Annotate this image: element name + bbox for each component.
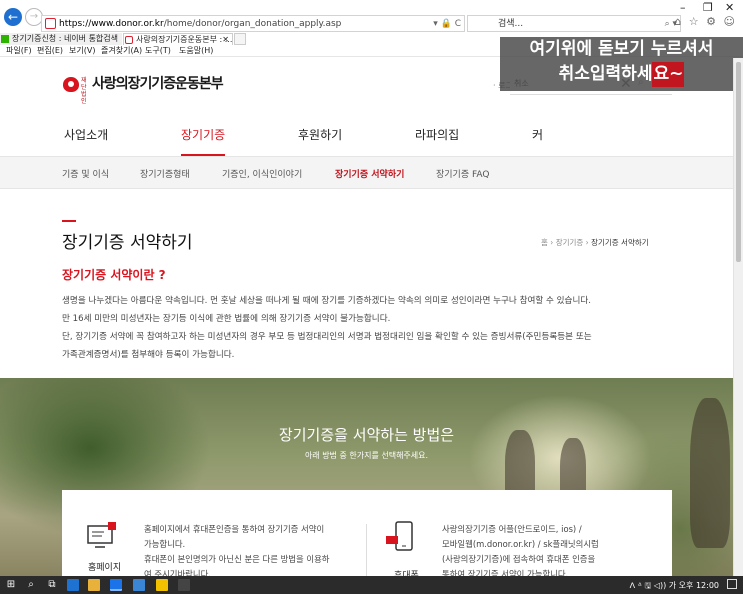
method-phone-text: 사랑의장기기증 어플(안드로이드, ios) / 모바일웹(m.donor.or… bbox=[442, 522, 599, 576]
donor-favicon-icon bbox=[125, 36, 133, 44]
monitor-icon bbox=[87, 522, 116, 548]
method-homepage-label: 홈페이지 bbox=[88, 563, 122, 573]
taskbar-app-icon[interactable] bbox=[133, 579, 145, 591]
subnav-donation-transplant[interactable]: 기증 및 이식 bbox=[62, 167, 109, 180]
scrollbar-thumb[interactable] bbox=[736, 62, 741, 262]
site-favicon-icon bbox=[45, 18, 56, 29]
method-line: 통하여 장기기증 서약이 가능합니다. bbox=[442, 569, 569, 576]
address-bar[interactable]: https://www.donor.or.kr/home/donor/organ… bbox=[41, 15, 465, 32]
tab-donor-site[interactable]: 사랑의장기기증운동본부 : ... ✕ bbox=[123, 33, 233, 45]
method-phone-label: 휴대폰 bbox=[394, 571, 419, 576]
nav-community[interactable]: 커 bbox=[532, 126, 543, 143]
taskbar-app-icon[interactable] bbox=[156, 579, 168, 591]
section-title: 장기기증 서약이란 ? bbox=[62, 268, 166, 282]
title-accent-bar bbox=[62, 220, 76, 222]
page-title: 장기기증 서약하기 bbox=[62, 233, 193, 253]
back-button[interactable]: ← bbox=[4, 8, 22, 26]
nav-support[interactable]: 후원하기 bbox=[298, 126, 342, 143]
file-explorer-icon[interactable] bbox=[88, 579, 100, 591]
menu-view[interactable]: 보기(V) bbox=[69, 45, 95, 57]
paragraph-line: 만 16세 미만의 미성년자는 장기등 이식에 관한 법률에 의해 장기기증 서… bbox=[62, 314, 391, 324]
close-window-button[interactable]: ✕ bbox=[725, 1, 734, 14]
pledge-methods-card: 홈페이지 홈페이지에서 휴대폰인증을 통하여 장기기증 서약이 가능합니다. 휴… bbox=[62, 490, 672, 576]
paragraph-line: 단, 장기기증 서약에 꼭 참여하고자 하는 미성년자의 경우 부모 등 법정대… bbox=[62, 332, 592, 342]
minimize-button[interactable]: – bbox=[680, 1, 686, 14]
browser-search-input[interactable]: 검색... ⌕ ▾ bbox=[467, 15, 681, 32]
annotation-line-2: 취소입력하세요~ bbox=[500, 62, 743, 87]
method-line: 휴대폰이 본인명의가 아닌신 분은 다른 방법을 이용하 bbox=[144, 554, 330, 564]
main-navigation: 사업소개 장기기증 후원하기 라파의집 커 bbox=[0, 113, 733, 156]
method-line: (사랑의장기기증)에 접속하여 휴대폰 인증을 bbox=[442, 554, 596, 564]
hero-subtitle: 아래 방법 중 한가지를 선택해주세요. bbox=[304, 451, 429, 460]
url-host: https://www.donor.or.kr bbox=[59, 19, 164, 29]
web-page: 재단 법인 사랑의장기기증운동본부 · 로그 취소 ✕ ⌕ ✕ 사업소개 장기기… bbox=[0, 58, 733, 576]
sub-navigation: 기증 및 이식 장기기증형태 기증인, 이식인이야기 장기기증 서약하기 장기기… bbox=[0, 156, 733, 189]
breadcrumb: 홈 › 장기기증 › 장기기증 서약하기 bbox=[541, 238, 649, 247]
tab-label: 사랑의장기기증운동본부 : ... bbox=[136, 35, 233, 44]
browser-search-placeholder: 검색... bbox=[498, 19, 524, 29]
system-tray[interactable]: ᐱ ᐞ 🖫 ◁)) 가 오후 12:00 bbox=[630, 580, 719, 594]
menu-tools[interactable]: 도구(T) bbox=[145, 45, 171, 57]
taskbar-search-icon[interactable]: ⌕ bbox=[25, 579, 37, 591]
breadcrumb-current: 장기기증 서약하기 bbox=[591, 238, 649, 247]
method-line: 사랑의장기기증 어플(안드로이드, ios) / bbox=[442, 524, 582, 534]
breadcrumb-section[interactable]: 장기기증 bbox=[556, 238, 584, 247]
annotation-highlight: 요~ bbox=[652, 62, 685, 87]
method-line: 가능합니다. bbox=[144, 539, 186, 549]
card-divider bbox=[366, 524, 367, 576]
paragraph-line: 가족관계증명서)를 첨부해야 등록이 가능합니다. bbox=[62, 350, 235, 360]
browser-toolbar: ← → https://www.donor.or.kr/home/donor/o… bbox=[0, 0, 743, 32]
annotation-overlay: 여기위에 돋보기 누르셔서 취소입력하세요~ bbox=[500, 37, 743, 91]
method-line: 홈페이지에서 휴대폰인증을 통하여 장기기증 서약이 bbox=[144, 524, 325, 534]
hero-person-figure bbox=[690, 398, 730, 548]
paragraph-line: 생명을 나누겠다는 아름다운 약속입니다. 먼 훗날 세상을 떠나게 될 때에 … bbox=[62, 296, 592, 306]
vertical-scrollbar[interactable] bbox=[733, 58, 743, 576]
subnav-faq[interactable]: 장기기증 FAQ bbox=[436, 167, 489, 180]
subnav-stories[interactable]: 기증인, 이식인이야기 bbox=[222, 167, 302, 180]
menu-file[interactable]: 파일(F) bbox=[6, 45, 32, 57]
notification-icon[interactable] bbox=[727, 579, 737, 589]
logo-name: 사랑의장기기증운동본부 bbox=[92, 76, 224, 92]
logo-foundation-mark: 재단 법인 bbox=[81, 77, 87, 105]
subnav-donation-types[interactable]: 장기기증형태 bbox=[140, 167, 190, 180]
breadcrumb-home[interactable]: 홈 bbox=[541, 238, 548, 247]
task-view-icon[interactable]: ⧉ bbox=[46, 579, 58, 591]
annotation-text: 취소입력하세 bbox=[558, 64, 653, 84]
annotation-line-1: 여기위에 돋보기 누르셔서 bbox=[529, 39, 714, 59]
url-path: /home/donor/organ_donation_apply.asp bbox=[163, 19, 342, 29]
nav-organ-donation[interactable]: 장기기증 bbox=[181, 126, 226, 156]
internet-explorer-icon[interactable] bbox=[110, 579, 122, 591]
nav-about[interactable]: 사업소개 bbox=[64, 126, 108, 143]
tab-naver-search[interactable]: 장기기증신청 : 네이버 통합검색 bbox=[0, 33, 122, 45]
heart-logo-icon bbox=[63, 77, 79, 92]
tab-label: 장기기증신청 : 네이버 통합검색 bbox=[12, 34, 119, 43]
naver-favicon-icon bbox=[1, 35, 9, 43]
windows-start-icon[interactable]: ⊞ bbox=[5, 579, 17, 591]
subnav-pledge[interactable]: 장기기증 서약하기 bbox=[335, 167, 404, 180]
windows-taskbar: ⊞ ⌕ ⧉ ᐱ ᐞ 🖫 ◁)) 가 오후 12:00 bbox=[0, 576, 743, 594]
menu-edit[interactable]: 편집(E) bbox=[37, 45, 63, 57]
method-homepage-text: 홈페이지에서 휴대폰인증을 통하여 장기기증 서약이 가능합니다. 휴대폰이 본… bbox=[144, 522, 329, 576]
menu-favorites[interactable]: 즐겨찾기(A) bbox=[101, 45, 142, 57]
nav-rapha-house[interactable]: 라파의집 bbox=[415, 126, 459, 143]
menu-help[interactable]: 도움말(H) bbox=[179, 45, 213, 57]
taskbar-app-icon[interactable] bbox=[178, 579, 190, 591]
forward-arrow-icon: → bbox=[29, 11, 39, 22]
maximize-button[interactable]: ❐ bbox=[703, 1, 713, 14]
back-arrow-icon: ← bbox=[7, 10, 19, 24]
new-tab-button[interactable] bbox=[234, 33, 246, 45]
taskbar-app-icon[interactable] bbox=[67, 579, 79, 591]
method-line: 모바일웹(m.donor.or.kr) / sk플래닛의시럽 bbox=[442, 539, 599, 549]
smartphone-icon bbox=[386, 521, 413, 551]
toolbar-icons[interactable]: ⌂ ☆ ⚙ ☺ bbox=[674, 15, 737, 28]
method-line: 여 주시기바랍니다. bbox=[144, 569, 211, 576]
hero-title: 장기기증을 서약하는 방법은 bbox=[278, 426, 455, 444]
address-tools[interactable]: ▾ 🔒 C bbox=[433, 17, 461, 31]
